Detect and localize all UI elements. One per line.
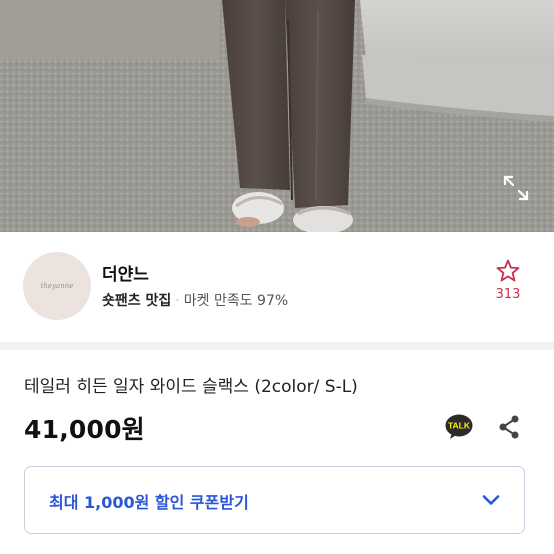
satisfaction-value: 97% [257,293,289,309]
product-title: 테일러 히든 일자 와이드 슬랙스 (2color/ S-L) [24,377,358,397]
coupon-label: 최대 1,000원 할인 쿠폰받기 [49,493,249,512]
expand-icon[interactable] [502,174,530,202]
talk-icon-label: TALK [448,421,471,431]
section-divider [0,342,554,350]
product-image[interactable] [0,0,554,232]
share-icon[interactable] [496,414,522,440]
seller-avatar[interactable]: theyanne [23,252,91,320]
product-price: 41,000원 [24,415,145,444]
coupon-button[interactable]: 최대 1,000원 할인 쿠폰받기 [24,466,525,534]
seller-subline: 숏팬츠 맛집 · 마켓 만족도 97% [102,290,288,310]
seller-section[interactable]: theyanne 더얀느 숏팬츠 맛집 · 마켓 만족도 97% 313 [0,232,554,342]
seller-name[interactable]: 더얀느 [102,260,149,285]
favorite-button[interactable]: 313 [490,258,526,302]
kakao-talk-icon[interactable]: TALK [445,414,473,440]
seller-tagline: 숏팬츠 맛집 [102,293,172,309]
satisfaction-label: 마켓 만족도 [183,293,253,309]
star-outline-icon [496,259,520,282]
seller-separator: · [175,293,180,309]
chevron-down-icon [482,495,500,505]
favorite-count: 313 [495,287,521,302]
product-photo-illustration [0,0,554,232]
seller-avatar-text: theyanne [40,282,74,290]
